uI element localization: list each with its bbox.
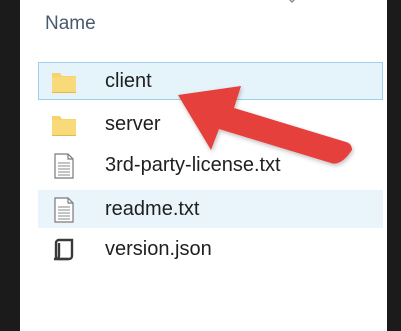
- file-name-label: version.json: [105, 238, 212, 260]
- name-column-label[interactable]: Name: [45, 13, 96, 35]
- text-file-icon: [54, 153, 74, 179]
- file-list-panel: Name client server 3rd-party-license.txt…: [20, 0, 387, 331]
- file-row-readme[interactable]: readme.txt: [38, 190, 383, 228]
- column-header[interactable]: Name: [20, 0, 387, 46]
- file-name-label: 3rd-party-license.txt: [105, 154, 281, 176]
- text-file-icon: [54, 197, 74, 223]
- file-name-label: client: [105, 70, 152, 92]
- sort-chevron-icon: [289, 0, 295, 3]
- file-name-label: readme.txt: [105, 198, 200, 220]
- json-file-icon: [54, 238, 74, 261]
- file-row-server[interactable]: server: [38, 105, 383, 143]
- file-row-version-json[interactable]: version.json: [38, 230, 383, 268]
- file-name-label: server: [105, 113, 161, 135]
- folder-icon: [52, 73, 76, 93]
- file-row-3rd-party-license[interactable]: 3rd-party-license.txt: [38, 146, 383, 184]
- explorer-window: Name client server 3rd-party-license.txt…: [0, 0, 401, 331]
- folder-icon: [52, 116, 76, 136]
- file-row-client[interactable]: client: [38, 62, 383, 100]
